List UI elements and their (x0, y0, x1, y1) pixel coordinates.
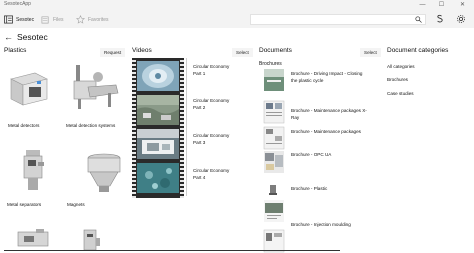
brochure-item[interactable]: Brochure - Maintenance packages X-Ray (291, 107, 369, 121)
brochure-thumbnail[interactable] (262, 126, 286, 150)
document-categories-title: Document categories (387, 47, 449, 54)
folder-icon (41, 16, 49, 24)
product-label: Metal separators (7, 202, 42, 207)
category-all[interactable]: All categories (387, 64, 415, 69)
documents-select-button[interactable]: Select (360, 48, 381, 57)
column-divider (186, 58, 187, 196)
video-title: Circular Economy (193, 168, 230, 173)
brochure-item[interactable]: Brochure - Plastic (291, 185, 369, 192)
brochure-item[interactable]: Brochure - Maintenance packages (291, 128, 369, 135)
video-title: Circular Economy (193, 133, 230, 138)
brochure-item[interactable]: Brochure - Injection moulding (291, 221, 369, 228)
video-part: Part 4 (193, 174, 206, 180)
settings-icon[interactable] (456, 14, 466, 24)
documents-title: Documents (259, 47, 292, 54)
toolbar: Sesotec Files Favorites (0, 10, 474, 28)
tab-label: Sesotec (16, 16, 35, 23)
tab-favorites[interactable]: Favorites (76, 14, 109, 25)
tab-label: Files (53, 16, 64, 23)
minimize-button[interactable]: — (415, 0, 430, 10)
brochures-subtitle: Brochures (259, 61, 282, 67)
catalog-icon (4, 15, 13, 24)
request-button[interactable]: Request (100, 48, 126, 57)
page-header: ← Sesotec (4, 30, 48, 44)
product-label: Magnets (67, 202, 85, 207)
app-window: SesotecApp — ☐ ✕ Sesotec Files Favorites… (0, 0, 474, 253)
video-thumbnail[interactable] (137, 61, 179, 91)
search-icon[interactable] (415, 16, 422, 23)
scroll-indicator[interactable] (4, 250, 340, 251)
video-filmstrip (132, 58, 184, 198)
plastics-title: Plastics (4, 47, 27, 54)
product-label: Metal detection systems (66, 123, 116, 128)
video-item-3[interactable]: Circular Economy Part 3 (193, 133, 229, 146)
search-input[interactable] (250, 14, 426, 25)
video-thumbnail[interactable] (137, 95, 179, 125)
video-item-4[interactable]: Circular Economy Part 4 (193, 168, 229, 181)
brochure-thumbnail[interactable] (262, 150, 286, 174)
videos-title: Videos (132, 47, 152, 54)
category-case-studies[interactable]: Case studies (387, 91, 414, 96)
tab-files[interactable]: Files (41, 14, 64, 25)
brochure-thumbnail[interactable] (262, 100, 286, 124)
video-thumbnail[interactable] (137, 129, 179, 159)
brochure-thumbnail[interactable] (262, 199, 286, 223)
videos-select-button[interactable]: Select (232, 48, 253, 57)
sesotec-logo-icon[interactable] (435, 14, 445, 24)
video-item-1[interactable]: Circular Economy Part 1 (193, 64, 229, 77)
film-perforation (180, 58, 184, 198)
page-title: Sesotec (17, 32, 48, 42)
product-image (83, 229, 100, 250)
film-perforation (132, 58, 136, 198)
window-title: SesotecApp (4, 1, 31, 7)
product-image (87, 153, 121, 192)
brochure-thumbnail[interactable] (262, 68, 286, 92)
video-part: Part 3 (193, 139, 206, 145)
category-brochures[interactable]: Brochures (387, 77, 408, 82)
product-image (17, 229, 49, 247)
brochure-item[interactable]: Brochure - OPC UA (291, 151, 369, 158)
product-label: Metal detectors (8, 123, 40, 128)
back-arrow-icon[interactable]: ← (4, 32, 13, 42)
product-image (73, 65, 119, 109)
video-title: Circular Economy (193, 98, 230, 103)
video-title: Circular Economy (193, 64, 230, 69)
tab-sesotec[interactable]: Sesotec (4, 14, 34, 25)
video-thumbnail[interactable] (137, 163, 179, 193)
title-bar: SesotecApp — ☐ ✕ (0, 0, 474, 10)
product-image (10, 72, 48, 106)
video-item-2[interactable]: Circular Economy Part 2 (193, 98, 229, 111)
video-part: Part 1 (193, 70, 206, 76)
brochure-item[interactable]: Brochure - Driving Impact - Closing the … (291, 70, 369, 84)
maximize-button[interactable]: ☐ (434, 0, 449, 10)
tab-label: Favorites (88, 16, 109, 23)
star-icon (76, 15, 85, 24)
product-image (23, 150, 44, 190)
video-part: Part 2 (193, 104, 206, 110)
close-button[interactable]: ✕ (455, 0, 470, 10)
